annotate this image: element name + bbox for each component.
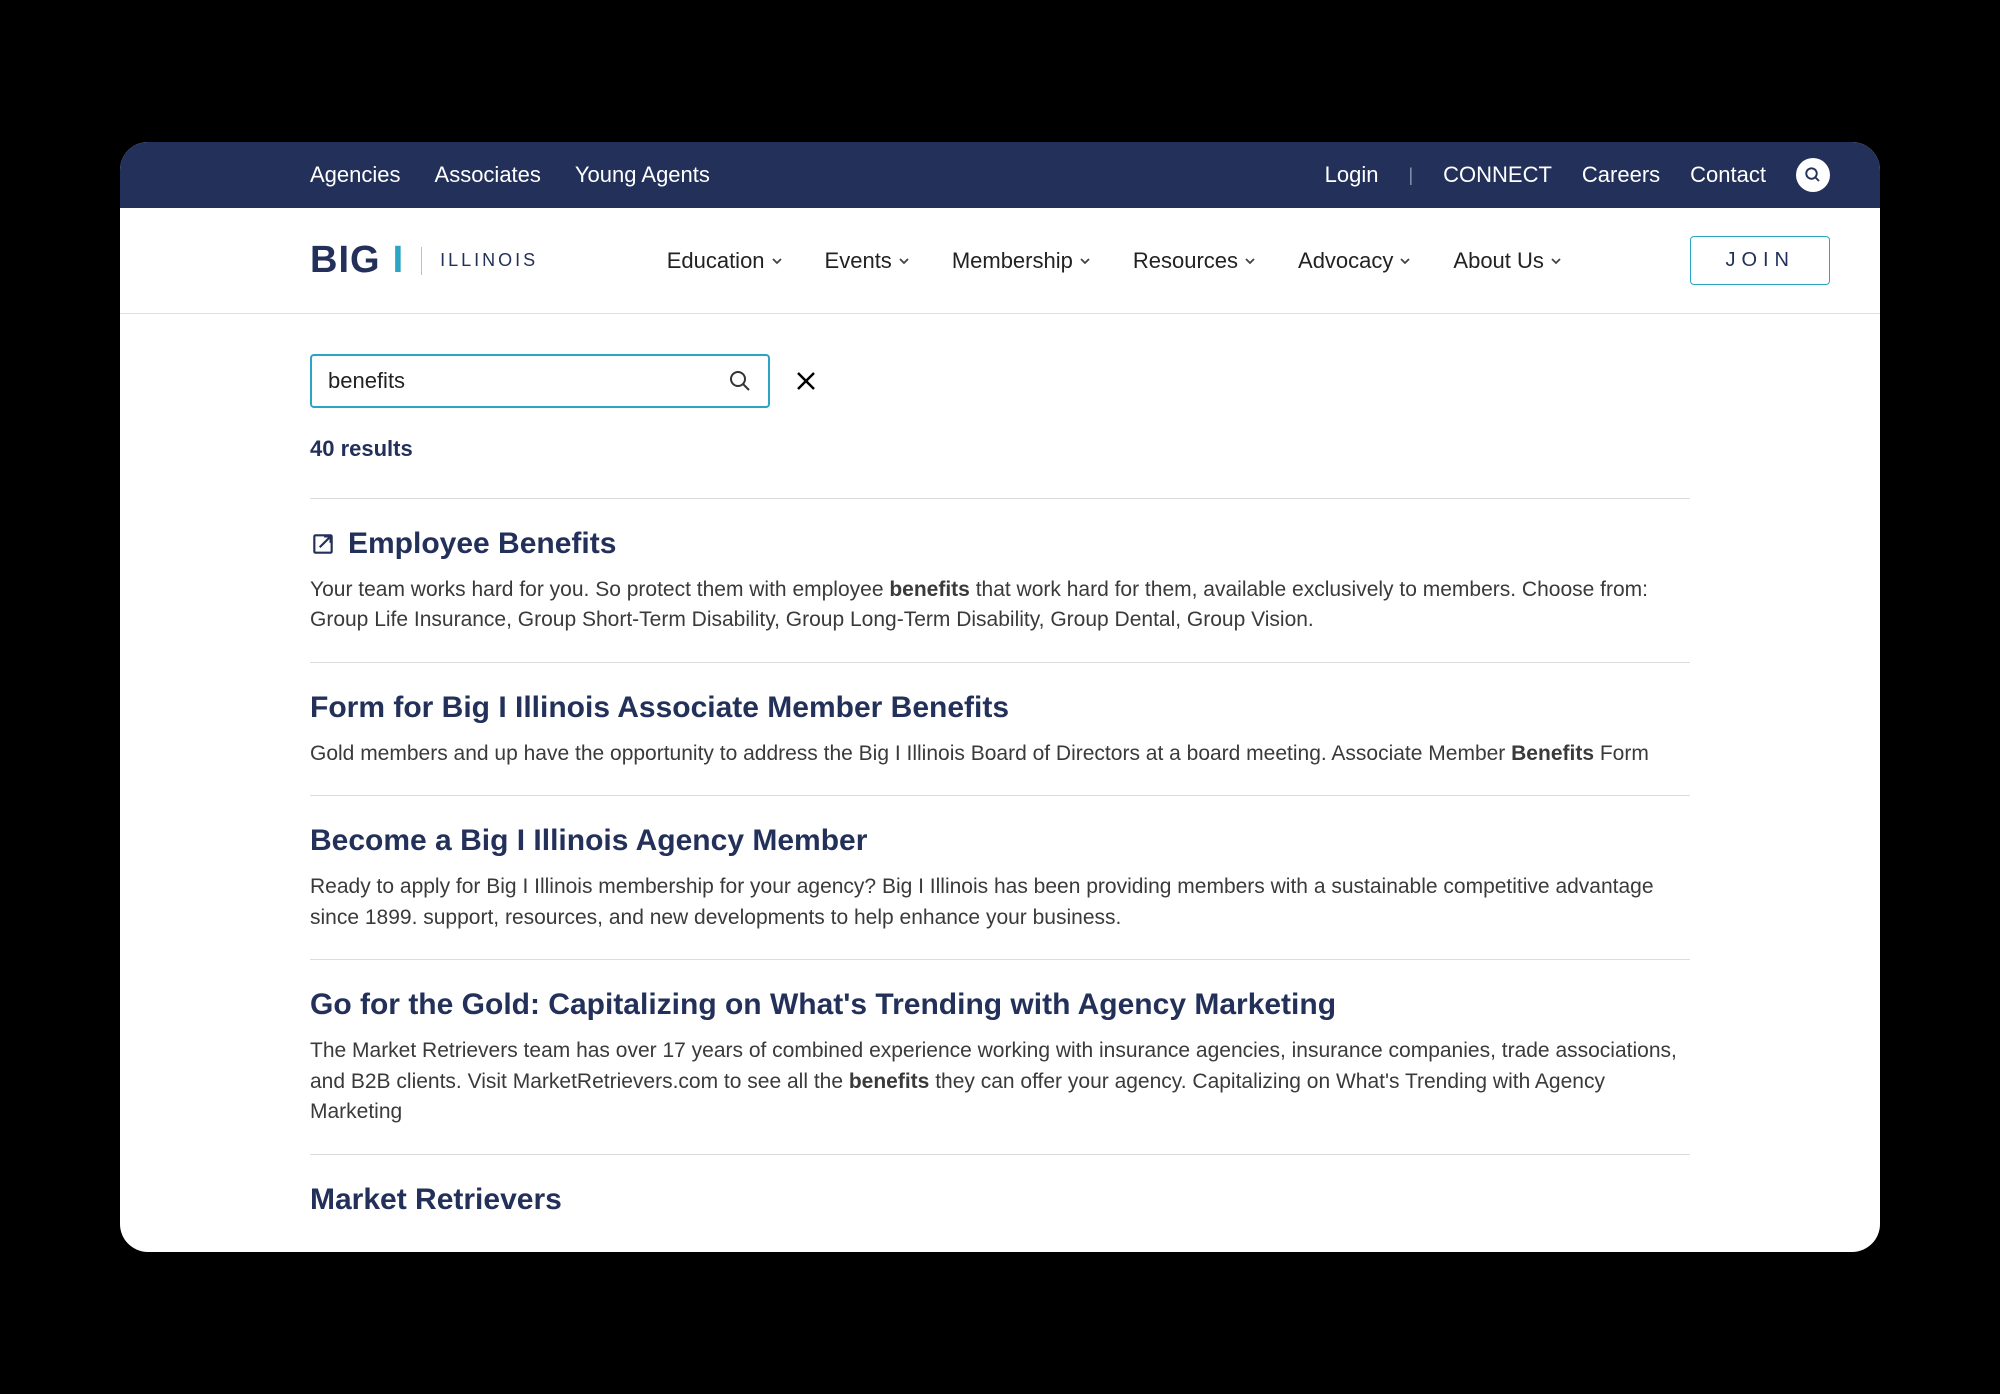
nav-item-advocacy[interactable]: Advocacy [1298,248,1411,274]
nav-item-label: About Us [1453,248,1544,274]
search-submit-icon[interactable] [728,369,752,393]
result-title-text: Form for Big I Illinois Associate Member… [310,691,1009,725]
result-title-link[interactable]: Form for Big I Illinois Associate Member… [310,691,1690,725]
nav-item-label: Resources [1133,248,1238,274]
nav-item-resources[interactable]: Resources [1133,248,1256,274]
nav-item-label: Advocacy [1298,248,1393,274]
result-title-text: Market Retrievers [310,1183,562,1217]
results-count: 40 results [310,436,1690,462]
result-title-link[interactable]: Become a Big I Illinois Agency Member [310,824,1690,858]
main-nav: Education Events Membership Resources Advoca… [667,248,1562,274]
top-link-young-agents[interactable]: Young Agents [575,162,710,188]
join-button[interactable]: JOIN [1690,236,1830,285]
results-list: Employee Benefits Your team works hard fo… [310,498,1690,1252]
chevron-down-icon [1244,255,1256,267]
utility-left: Agencies Associates Young Agents [310,162,710,188]
top-link-contact[interactable]: Contact [1690,162,1766,188]
chevron-down-icon [1399,255,1411,267]
result-title-link[interactable]: Employee Benefits [310,527,1690,561]
utility-right: Login | CONNECT Careers Contact [1325,158,1830,192]
top-link-login[interactable]: Login [1325,162,1379,188]
result-description: Gold members and up have the opportunity… [310,739,1690,769]
search-input[interactable] [328,368,728,394]
result-title-text: Employee Benefits [348,527,616,561]
top-link-associates[interactable]: Associates [435,162,541,188]
nav-item-label: Education [667,248,765,274]
content-area: 40 results Employee Benefits Your team wo… [120,314,1880,1252]
result-description: Your team works hard for you. So protect… [310,575,1690,636]
nav-item-membership[interactable]: Membership [952,248,1091,274]
search-result: Market Retrievers [310,1154,1690,1253]
nav-item-label: Membership [952,248,1073,274]
top-link-careers[interactable]: Careers [1582,162,1660,188]
external-link-icon [310,531,336,557]
nav-item-label: Events [825,248,892,274]
nav-item-about-us[interactable]: About Us [1453,248,1562,274]
nav-item-events[interactable]: Events [825,248,910,274]
logo-separator [421,247,422,275]
result-description: The Market Retrievers team has over 17 y… [310,1036,1690,1127]
search-result: Become a Big I Illinois Agency Member Rea… [310,795,1690,959]
search-result: Form for Big I Illinois Associate Member… [310,662,1690,795]
chevron-down-icon [1079,255,1091,267]
logo-big: BIG [310,239,381,282]
chevron-down-icon [898,255,910,267]
divider: | [1408,165,1413,186]
utility-bar: Agencies Associates Young Agents Login |… [120,142,1880,208]
logo-i: I [393,239,404,282]
browser-window: Agencies Associates Young Agents Login |… [120,142,1880,1252]
result-description: Ready to apply for Big I Illinois member… [310,872,1690,933]
logo-illinois: ILLINOIS [440,250,538,271]
search-result: Employee Benefits Your team works hard fo… [310,498,1690,662]
logo[interactable]: BIG I ILLINOIS [310,239,538,282]
search-icon [1804,166,1822,184]
search-box[interactable] [310,354,770,408]
chevron-down-icon [771,255,783,267]
result-title-link[interactable]: Go for the Gold: Capitalizing on What's … [310,988,1690,1022]
result-title-text: Become a Big I Illinois Agency Member [310,824,867,858]
search-result: Go for the Gold: Capitalizing on What's … [310,959,1690,1153]
result-title-text: Go for the Gold: Capitalizing on What's … [310,988,1336,1022]
header-search-button[interactable] [1796,158,1830,192]
main-nav-bar: BIG I ILLINOIS Education Events Membership… [120,208,1880,314]
top-link-connect[interactable]: CONNECT [1443,162,1552,188]
close-icon[interactable] [794,369,818,393]
search-row [310,354,1690,408]
nav-item-education[interactable]: Education [667,248,783,274]
result-title-link[interactable]: Market Retrievers [310,1183,1690,1217]
chevron-down-icon [1550,255,1562,267]
top-link-agencies[interactable]: Agencies [310,162,401,188]
